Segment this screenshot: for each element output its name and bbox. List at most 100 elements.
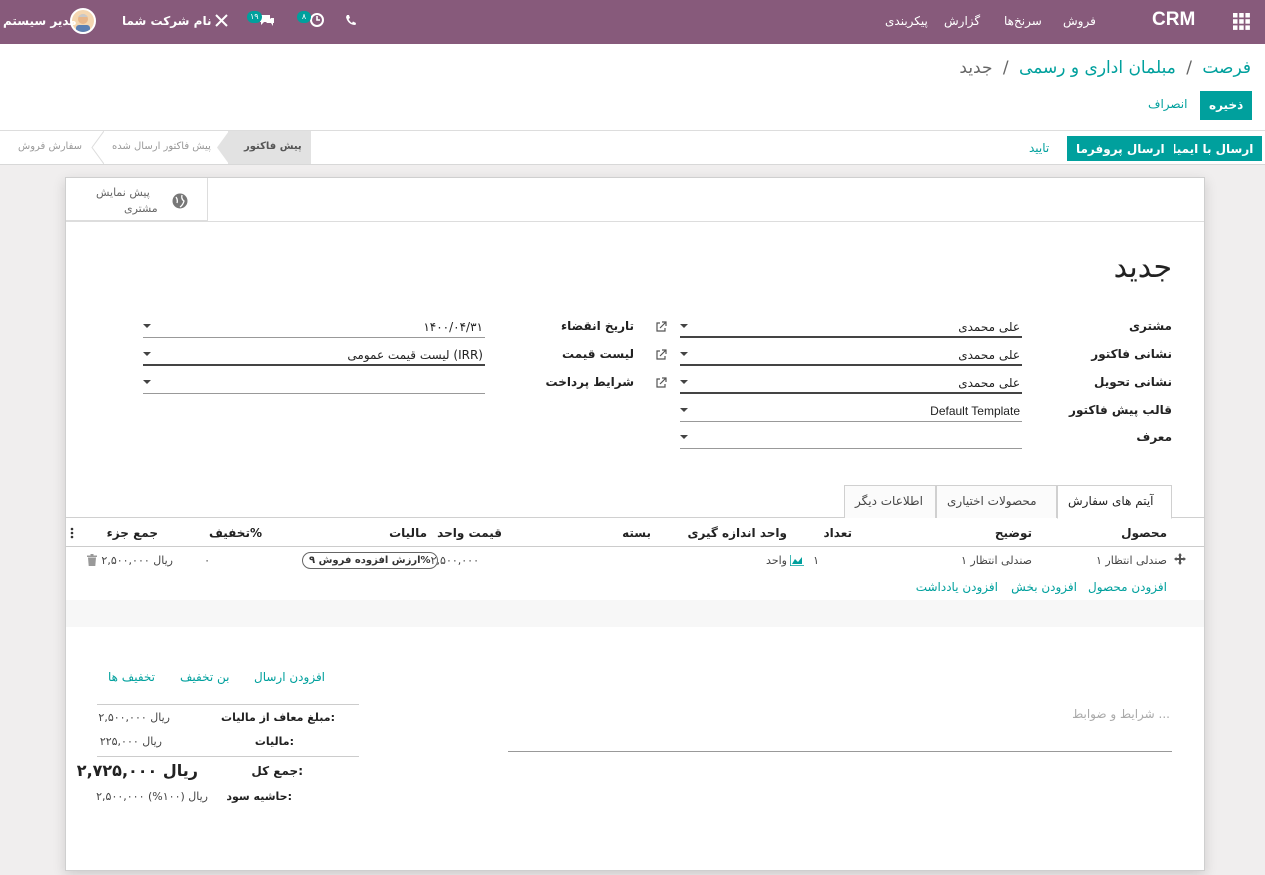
record-title: جدید xyxy=(1113,250,1172,285)
label-delivery-address: نشانی تحویل xyxy=(1094,375,1172,389)
menu-item-leads[interactable]: سرنخ‌ها xyxy=(1004,14,1042,28)
chevron-down-icon[interactable] xyxy=(680,324,688,328)
discounts-button[interactable]: تخفیف ها xyxy=(108,670,155,684)
col-uom[interactable]: واحد اندازه گیری xyxy=(687,526,787,540)
tab-other-info[interactable]: اطلاعات دیگر xyxy=(844,485,936,518)
stage-sales-order[interactable]: سفارش فروش xyxy=(18,141,82,152)
coupon-button[interactable]: بن تخفیف xyxy=(180,670,230,684)
smart-button-label-line1: پیش نمایش xyxy=(96,186,150,199)
stage-label: پیش فاکتور xyxy=(244,141,302,152)
debug-tools-icon[interactable] xyxy=(215,14,228,27)
add-product-link[interactable]: افزودن محصول xyxy=(1088,580,1167,594)
label-invoice-address: نشانی فاکتور xyxy=(1091,347,1172,361)
add-note-link[interactable]: افزودن یادداشت xyxy=(916,580,998,594)
external-link-icon[interactable] xyxy=(655,349,667,361)
invoice-address-field[interactable]: علی محمدی xyxy=(680,346,1022,366)
col-subtotal[interactable]: جمع جزء xyxy=(107,526,158,540)
table-row[interactable] xyxy=(66,547,1204,574)
stage-arrow xyxy=(91,131,104,164)
totals-top-border xyxy=(97,704,359,705)
tax-value: ۲۲۵,۰۰۰ ریال xyxy=(99,735,162,748)
chevron-down-icon[interactable] xyxy=(143,324,151,328)
col-unit-price[interactable]: قیمت واحد xyxy=(437,526,502,540)
tax-tag-label: ارزش افزوده فروش ۹% xyxy=(309,555,431,566)
column-options-icon[interactable] xyxy=(70,527,74,539)
smart-button-label-line2: مشتری xyxy=(124,202,158,215)
activities-icon[interactable] xyxy=(309,12,325,28)
trash-icon[interactable] xyxy=(87,554,97,566)
customer-value: علی محمدی xyxy=(958,320,1020,334)
menu-item-reports[interactable]: گزارش xyxy=(944,14,980,28)
chevron-down-icon[interactable] xyxy=(680,380,688,384)
col-product[interactable]: محصول xyxy=(1121,526,1167,540)
apps-menu-icon[interactable] xyxy=(1233,13,1250,30)
col-quantity[interactable]: تعداد xyxy=(824,526,852,540)
forecast-chart-icon[interactable] xyxy=(790,555,804,566)
messages-count-badge: ۱۹ xyxy=(247,11,262,23)
breadcrumb-root[interactable]: فرصت xyxy=(1202,58,1251,78)
save-button[interactable]: ذخیره xyxy=(1200,91,1253,120)
app-name[interactable]: CRM xyxy=(1152,9,1195,31)
stage-quotation-sent[interactable]: پیش فاکتور ارسال شده xyxy=(112,141,211,152)
stage-arrow xyxy=(217,131,229,164)
confirm-button[interactable]: تایید xyxy=(1029,141,1049,155)
empty-rows-area xyxy=(66,600,1204,627)
referrer-field[interactable] xyxy=(680,429,1022,449)
add-shipping-button[interactable]: افزودن ارسال xyxy=(254,670,325,684)
cell-product[interactable]: صندلی انتظار ۱ xyxy=(1096,554,1167,567)
activities-count-badge: ۸ xyxy=(297,11,311,23)
label-customer: مشتری xyxy=(1128,319,1172,333)
quotation-template-value: Default Template xyxy=(930,404,1020,418)
external-link-icon[interactable] xyxy=(655,377,667,389)
customer-field[interactable]: علی محمدی xyxy=(680,318,1022,338)
add-section-link[interactable]: افزودن بخش xyxy=(1011,580,1077,594)
col-discount[interactable]: تخفیف% xyxy=(209,526,262,540)
user-name[interactable]: مدیر سیستم xyxy=(3,14,77,28)
tab-order-lines[interactable]: آیتم های سفارش xyxy=(1057,485,1172,519)
breadcrumb-current: جدید xyxy=(959,58,993,78)
discard-button[interactable]: انصراف xyxy=(1148,97,1187,111)
col-taxes[interactable]: مالیات xyxy=(389,526,427,540)
chevron-down-icon[interactable] xyxy=(680,408,688,412)
control-panel: فرصت / مبلمان اداری و رسمی / جدید ذخیره … xyxy=(0,44,1265,165)
cell-uom[interactable]: واحد xyxy=(766,554,787,567)
totals-divider xyxy=(97,756,359,757)
delivery-address-field[interactable]: علی محمدی xyxy=(680,374,1022,394)
quotation-template-field[interactable]: Default Template xyxy=(680,402,1022,422)
col-description[interactable]: توضیح xyxy=(995,526,1032,540)
stage-quotation[interactable]: پیش فاکتور xyxy=(228,131,311,164)
untaxed-amount-label: مبلغ معاف از مالیات: xyxy=(221,711,335,724)
label-expiration-date: تاریخ انقضاء xyxy=(561,319,634,333)
menu-item-sales[interactable]: فروش xyxy=(1063,14,1096,28)
col-package[interactable]: بسته xyxy=(622,526,651,540)
cell-quantity[interactable]: ۱ xyxy=(813,554,819,567)
terms-field[interactable]: شرایط و ضوابط ... xyxy=(508,702,1172,752)
pricelist-field[interactable]: لیست قیمت عمومی (IRR) xyxy=(143,346,485,366)
send-proforma-button[interactable]: ارسال پروفرما xyxy=(1067,136,1174,161)
label-referrer: معرف xyxy=(1136,430,1172,444)
external-link-icon[interactable] xyxy=(655,321,667,333)
tab-optional-products[interactable]: محصولات اختیاری xyxy=(936,485,1057,518)
chevron-down-icon[interactable] xyxy=(143,352,151,356)
drag-handle-icon[interactable] xyxy=(1174,553,1186,565)
customer-preview-button[interactable]: پیش نمایش مشتری xyxy=(66,178,208,221)
chevron-down-icon[interactable] xyxy=(680,352,688,356)
cell-subtotal: ۲,۵۰۰,۰۰۰ ریال xyxy=(101,554,173,567)
tax-tag[interactable]: ارزش افزوده فروش ۹% xyxy=(302,552,438,569)
menu-item-configuration[interactable]: پیکربندی xyxy=(885,14,928,28)
phone-icon[interactable] xyxy=(345,14,356,26)
company-name[interactable]: نام شرکت شما xyxy=(122,14,211,28)
delivery-address-value: علی محمدی xyxy=(958,376,1020,390)
cell-description[interactable]: صندلی انتظار ۱ xyxy=(961,554,1032,567)
margin-label: حاشیه سود: xyxy=(226,790,292,803)
cell-unit-price[interactable]: ۲,۵۰۰,۰۰۰ xyxy=(431,554,479,567)
expiration-date-field[interactable]: ۱۴۰۰/۰۴/۳۱ xyxy=(143,318,485,338)
chevron-down-icon[interactable] xyxy=(143,380,151,384)
payment-terms-field[interactable] xyxy=(143,374,485,394)
chevron-down-icon[interactable] xyxy=(680,435,688,439)
breadcrumb-parent[interactable]: مبلمان اداری و رسمی xyxy=(1019,58,1176,78)
margin-value: ۲,۵۰۰,۰۰۰ ریال (۱۰۰%) xyxy=(96,790,208,803)
cell-discount[interactable]: ۰ xyxy=(204,554,210,567)
tax-label: مالیات: xyxy=(254,735,294,748)
breadcrumb-separator: / xyxy=(1186,58,1192,78)
